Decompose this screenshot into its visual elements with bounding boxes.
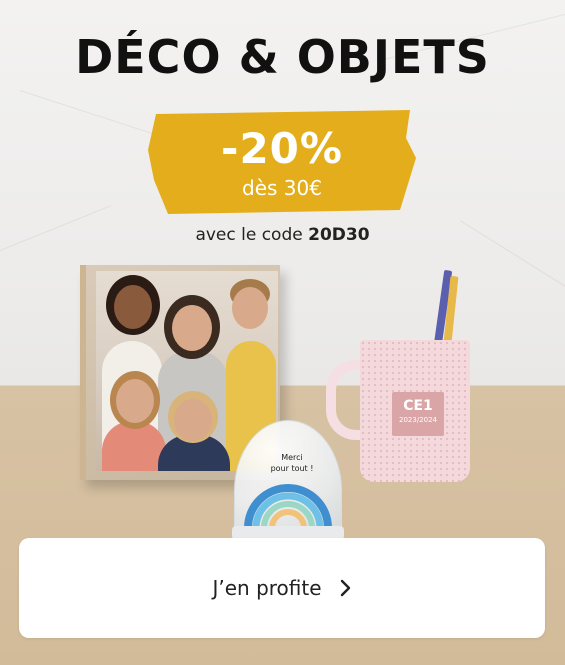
mug-label-class: CE1 [403, 398, 433, 414]
globe-text: Merci pour tout ! [262, 452, 322, 474]
promo-code-line: avec le code 20D30 [0, 225, 565, 245]
chevron-right-icon [340, 579, 352, 597]
globe-text-line2: pour tout ! [270, 464, 314, 473]
discount-badge: -20% dès 30€ [148, 110, 416, 214]
discount-condition: dès 30€ [242, 176, 322, 200]
promo-code-prefix: avec le code [195, 225, 303, 245]
cta-label: J’en profite [212, 576, 322, 600]
cta-button[interactable]: J’en profite [19, 538, 545, 638]
promo-code: 20D30 [308, 225, 370, 245]
discount-value: -20% [221, 124, 343, 173]
banner-title: DÉCO & OBJETS [75, 30, 490, 84]
mug-label: CE1 2023/2024 [392, 392, 444, 436]
promo-banner[interactable]: DÉCO & OBJETS -20% dès 30€ avec le code … [0, 0, 565, 665]
mug-label-year: 2023/2024 [399, 416, 437, 424]
globe-text-line1: Merci [281, 453, 303, 462]
rainbow-icon [244, 484, 332, 528]
